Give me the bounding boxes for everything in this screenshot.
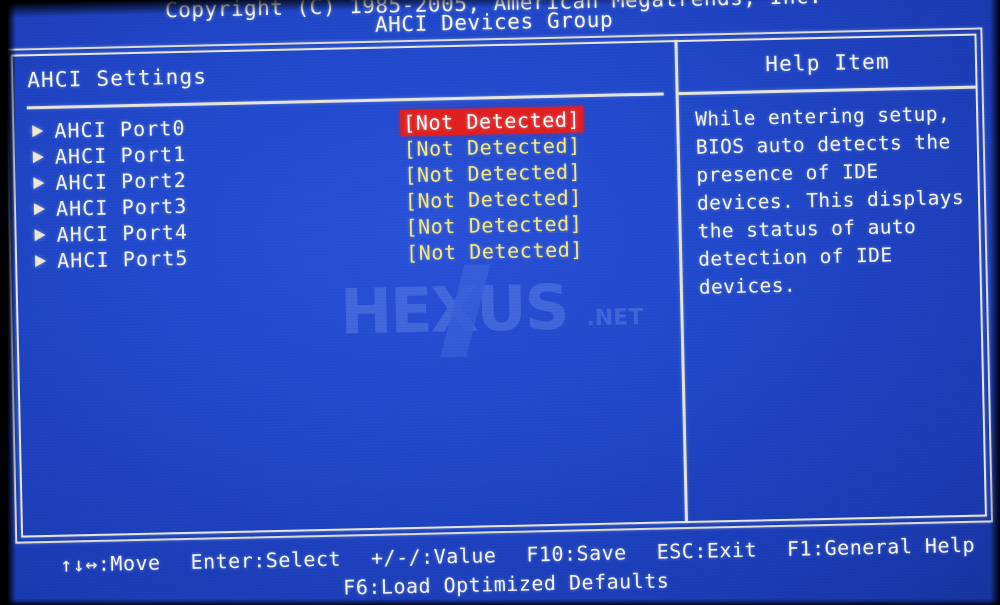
key-hint-save: F10:Save [526, 540, 627, 567]
triangle-right-icon [34, 228, 46, 242]
bios-photo: Copyright (C) 1985-2005, American Megatr… [0, 0, 1000, 605]
triangle-right-icon [32, 124, 44, 138]
ahci-port-value-0[interactable]: [Not Detected] [399, 106, 584, 137]
ahci-port-label-4: AHCI Port4 [56, 219, 189, 247]
key-legend-footer: ↑↓↔:Move Enter:Select +/-/:Value F10:Sav… [6, 532, 1000, 605]
ahci-port-value-1[interactable]: [Not Detected] [400, 132, 584, 162]
ahci-port-value-2[interactable]: [Not Detected] [401, 158, 585, 188]
help-item-title: Help Item [764, 49, 891, 77]
ahci-port-label-0: AHCI Port0 [54, 115, 186, 143]
triangle-right-icon [34, 254, 47, 268]
help-item-pane: Help Item While entering setup, BIOS aut… [678, 36, 987, 521]
ahci-port-label-5: AHCI Port5 [56, 245, 189, 273]
triangle-right-icon [32, 150, 44, 164]
key-hint-move: ↑↓↔:Move [59, 550, 161, 577]
key-hint-value: +/-/:Value [370, 543, 497, 570]
ahci-port-label-2: AHCI Port2 [55, 167, 188, 195]
ahci-port-value-3[interactable]: [Not Detected] [402, 184, 586, 214]
ahci-port-label-1: AHCI Port1 [54, 141, 187, 169]
triangle-right-icon [33, 202, 46, 216]
key-hint-load-defaults: F6:Load Optimized Defaults [343, 568, 670, 600]
ahci-settings-pane: AHCI Settings AHCI Port0 [Not Detected] … [13, 42, 683, 535]
section-title: AHCI Settings [26, 64, 208, 93]
monitor-screen: Copyright (C) 1985-2005, American Megatr… [0, 0, 1000, 605]
bios-setup-screen: Copyright (C) 1985-2005, American Megatr… [0, 0, 1000, 605]
help-item-divider [678, 85, 976, 96]
ahci-port-label-3: AHCI Port3 [55, 193, 188, 221]
help-item-text: While entering setup, BIOS auto detects … [694, 102, 965, 299]
ahci-port-value-5[interactable]: [Not Detected] [403, 236, 587, 266]
key-hint-general-help: F1:General Help [786, 532, 976, 561]
ahci-port-list: AHCI Port0 [Not Detected] AHCI Port1 [No… [14, 104, 677, 274]
ahci-port-value-4[interactable]: [Not Detected] [402, 210, 586, 240]
key-hint-exit: ESC:Exit [656, 537, 758, 564]
key-hint-select: Enter:Select [190, 546, 342, 574]
triangle-right-icon [33, 176, 45, 190]
